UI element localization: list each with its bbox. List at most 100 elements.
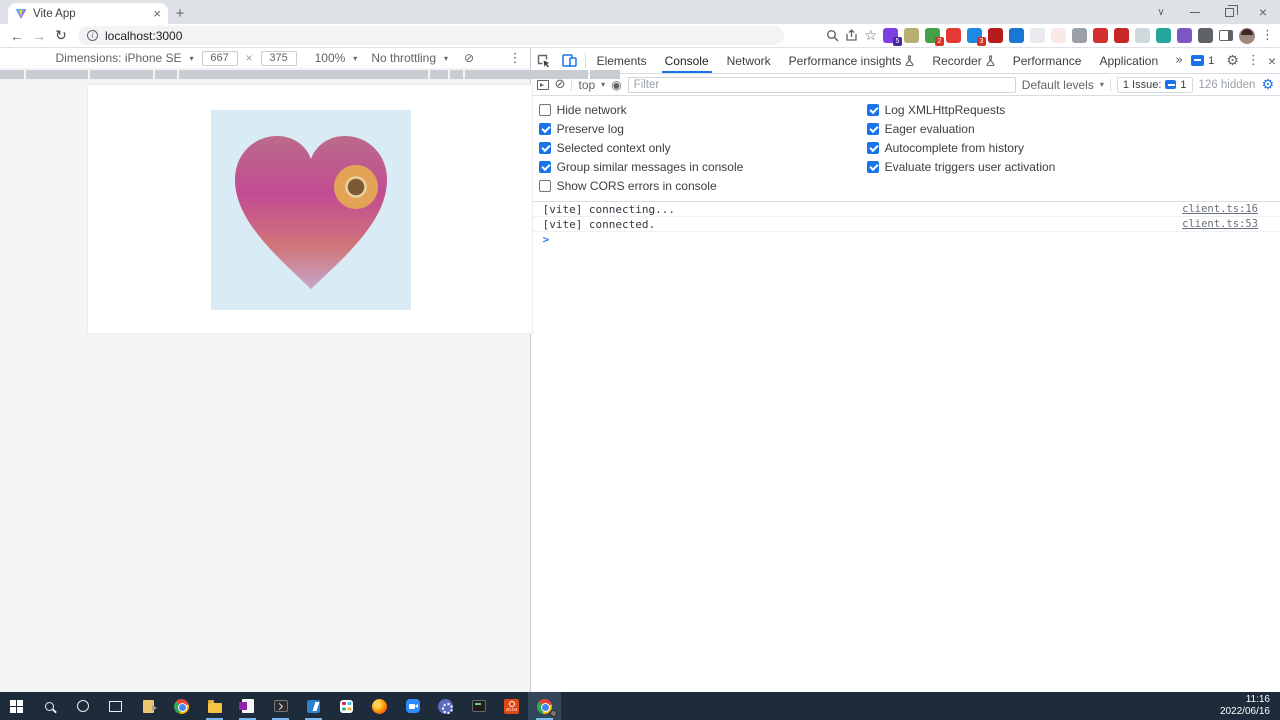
devtools-kebab-icon[interactable]: ⋮ (1247, 54, 1260, 67)
restore-button[interactable] (1212, 0, 1246, 24)
search-icon[interactable] (826, 29, 839, 42)
rotate-icon[interactable]: ⊘ (464, 52, 474, 64)
taskbar-firefox-icon[interactable] (363, 692, 396, 720)
device-toolbar-kebab-icon[interactable]: ⋮ (509, 52, 522, 65)
setting-preserve-log[interactable]: Preserve log (538, 119, 867, 138)
checkbox[interactable] (538, 103, 551, 116)
console-message[interactable]: [vite] connecting... client.ts:16 (530, 202, 1280, 217)
ext-gray-arrow-icon[interactable] (1072, 28, 1087, 43)
taskbar-zoom-icon[interactable] (396, 692, 429, 720)
minimize-button[interactable] (1178, 0, 1212, 24)
bookmark-star-icon[interactable]: ☆ (864, 29, 877, 43)
setting-eager-evaluation[interactable]: Eager evaluation (866, 119, 1056, 138)
checkbox[interactable] (538, 179, 551, 192)
setting-group-similar[interactable]: Group similar messages in console (538, 157, 867, 176)
profile-avatar[interactable] (1239, 27, 1255, 44)
page-viewport[interactable] (87, 84, 533, 334)
console-message[interactable]: [vite] connected. client.ts:53 (530, 217, 1280, 232)
ext-blue-drop-icon[interactable]: 3 (967, 28, 986, 46)
ext-blue-download-icon[interactable] (1009, 28, 1024, 43)
checkbox[interactable] (866, 122, 879, 135)
side-panel-icon[interactable] (1219, 30, 1233, 41)
checkbox[interactable] (538, 141, 551, 154)
taskbar-terminal-icon[interactable] (264, 692, 297, 720)
checkbox[interactable] (866, 103, 879, 116)
checkbox[interactable] (866, 141, 879, 154)
taskbar-ubuntu-icon[interactable]: 20.04 (495, 692, 528, 720)
taskbar-word-icon[interactable] (231, 692, 264, 720)
ext-red-photo-icon[interactable] (1114, 28, 1129, 43)
site-info-icon[interactable]: i (87, 30, 98, 41)
forward-icon[interactable]: → (28, 29, 50, 43)
browser-menu-kebab-icon[interactable]: ⋮ (1261, 29, 1274, 42)
throttling-select[interactable]: No throttling (371, 51, 436, 65)
checkbox[interactable] (866, 160, 879, 173)
devtools-close-icon[interactable]: × (1268, 53, 1276, 69)
tab-search-icon[interactable]: ∨ (1144, 0, 1178, 24)
tab-application[interactable]: Application (1090, 48, 1167, 73)
setting-show-cors[interactable]: Show CORS errors in console (538, 176, 867, 195)
setting-hide-network[interactable]: Hide network (538, 100, 867, 119)
setting-autocomplete-history[interactable]: Autocomplete from history (866, 138, 1056, 157)
reload-icon[interactable]: ↻ (50, 29, 72, 43)
message-source-link[interactable]: client.ts:16 (1182, 203, 1258, 215)
tab-performance[interactable]: Performance (1004, 48, 1091, 73)
address-bar[interactable]: i localhost:3000 (78, 26, 784, 45)
ext-teal-pen-icon[interactable] (1156, 28, 1171, 43)
taskbar-task-view-icon[interactable] (99, 692, 132, 720)
context-selector[interactable]: top (578, 78, 595, 92)
ext-green-translate-icon[interactable]: 2 (925, 28, 944, 46)
taskbar-cortana-icon[interactable] (66, 692, 99, 720)
devtools-settings-gear-icon[interactable]: ⚙ (1226, 54, 1239, 68)
taskbar-settings-icon[interactable] (429, 692, 462, 720)
ext-red-lock-icon[interactable] (946, 28, 961, 43)
tab-network[interactable]: Network (718, 48, 780, 73)
ext-red-h-icon[interactable] (1093, 28, 1108, 43)
ext-violet-flower-icon[interactable] (1177, 28, 1192, 43)
device-width-input[interactable] (201, 50, 238, 66)
live-expression-eye-icon[interactable]: ◉ (611, 79, 621, 91)
clear-console-icon[interactable]: ⊘ (555, 78, 566, 91)
tab-close-icon[interactable]: × (153, 7, 161, 20)
taskbar-chrome-icon[interactable] (165, 692, 198, 720)
checkbox[interactable] (538, 160, 551, 173)
new-tab-button[interactable]: + (168, 3, 192, 24)
taskbar-file-explorer-icon[interactable] (198, 692, 231, 720)
ext-puzzle-icon[interactable] (1198, 28, 1213, 43)
window-close-button[interactable]: × (1246, 0, 1280, 24)
ext-pocket-icon[interactable] (1051, 28, 1066, 43)
checkbox[interactable] (538, 122, 551, 135)
taskbar-clock[interactable]: 11:16 2022/06/16 (1220, 692, 1280, 720)
issues-bubble-icon[interactable] (1191, 55, 1205, 66)
tab-console[interactable]: Console (656, 48, 718, 73)
share-icon[interactable] (845, 29, 858, 42)
taskbar-document-viewer-icon[interactable] (132, 692, 165, 720)
taskbar-app-grid-icon[interactable] (330, 692, 363, 720)
tab-recorder[interactable]: Recorder (923, 48, 1003, 73)
issues-button[interactable]: 1 Issue: 1 (1116, 76, 1193, 93)
device-dimensions-label[interactable]: Dimensions: iPhone SE (55, 51, 181, 65)
ext-olive-drop-icon[interactable] (904, 28, 919, 43)
setting-selected-context-only[interactable]: Selected context only (538, 138, 867, 157)
console-filter-input[interactable] (627, 76, 1016, 93)
ext-purple-shapes-icon[interactable]: 5 (883, 28, 902, 46)
taskbar-console-icon[interactable] (462, 692, 495, 720)
browser-tab[interactable]: Vite App × (8, 3, 168, 24)
setting-log-xhr[interactable]: Log XMLHttpRequests (866, 100, 1056, 119)
ext-cloud-icon[interactable] (1030, 28, 1045, 43)
setting-evaluate-user-activation[interactable]: Evaluate triggers user activation (866, 157, 1055, 176)
device-height-input[interactable] (260, 50, 297, 66)
taskbar-chrome-active-icon[interactable] (528, 692, 561, 720)
console-prompt[interactable]: > (531, 232, 1280, 247)
ext-gray-wheel-icon[interactable] (1135, 28, 1150, 43)
taskbar-vscode-icon[interactable] (297, 692, 330, 720)
ext-darkred-grid-icon[interactable] (988, 28, 1003, 43)
taskbar-start-icon[interactable] (0, 692, 33, 720)
tab-elements[interactable]: Elements (588, 48, 656, 73)
more-tabs-icon[interactable]: » (1167, 48, 1191, 73)
log-levels-select[interactable]: Default levels (1022, 78, 1094, 92)
tab-performance-insights[interactable]: Performance insights (780, 48, 924, 73)
console-settings-gear-icon[interactable]: ⚙ (1261, 78, 1274, 92)
message-source-link[interactable]: client.ts:53 (1182, 218, 1258, 230)
device-zoom-select[interactable]: 100% (315, 51, 346, 65)
